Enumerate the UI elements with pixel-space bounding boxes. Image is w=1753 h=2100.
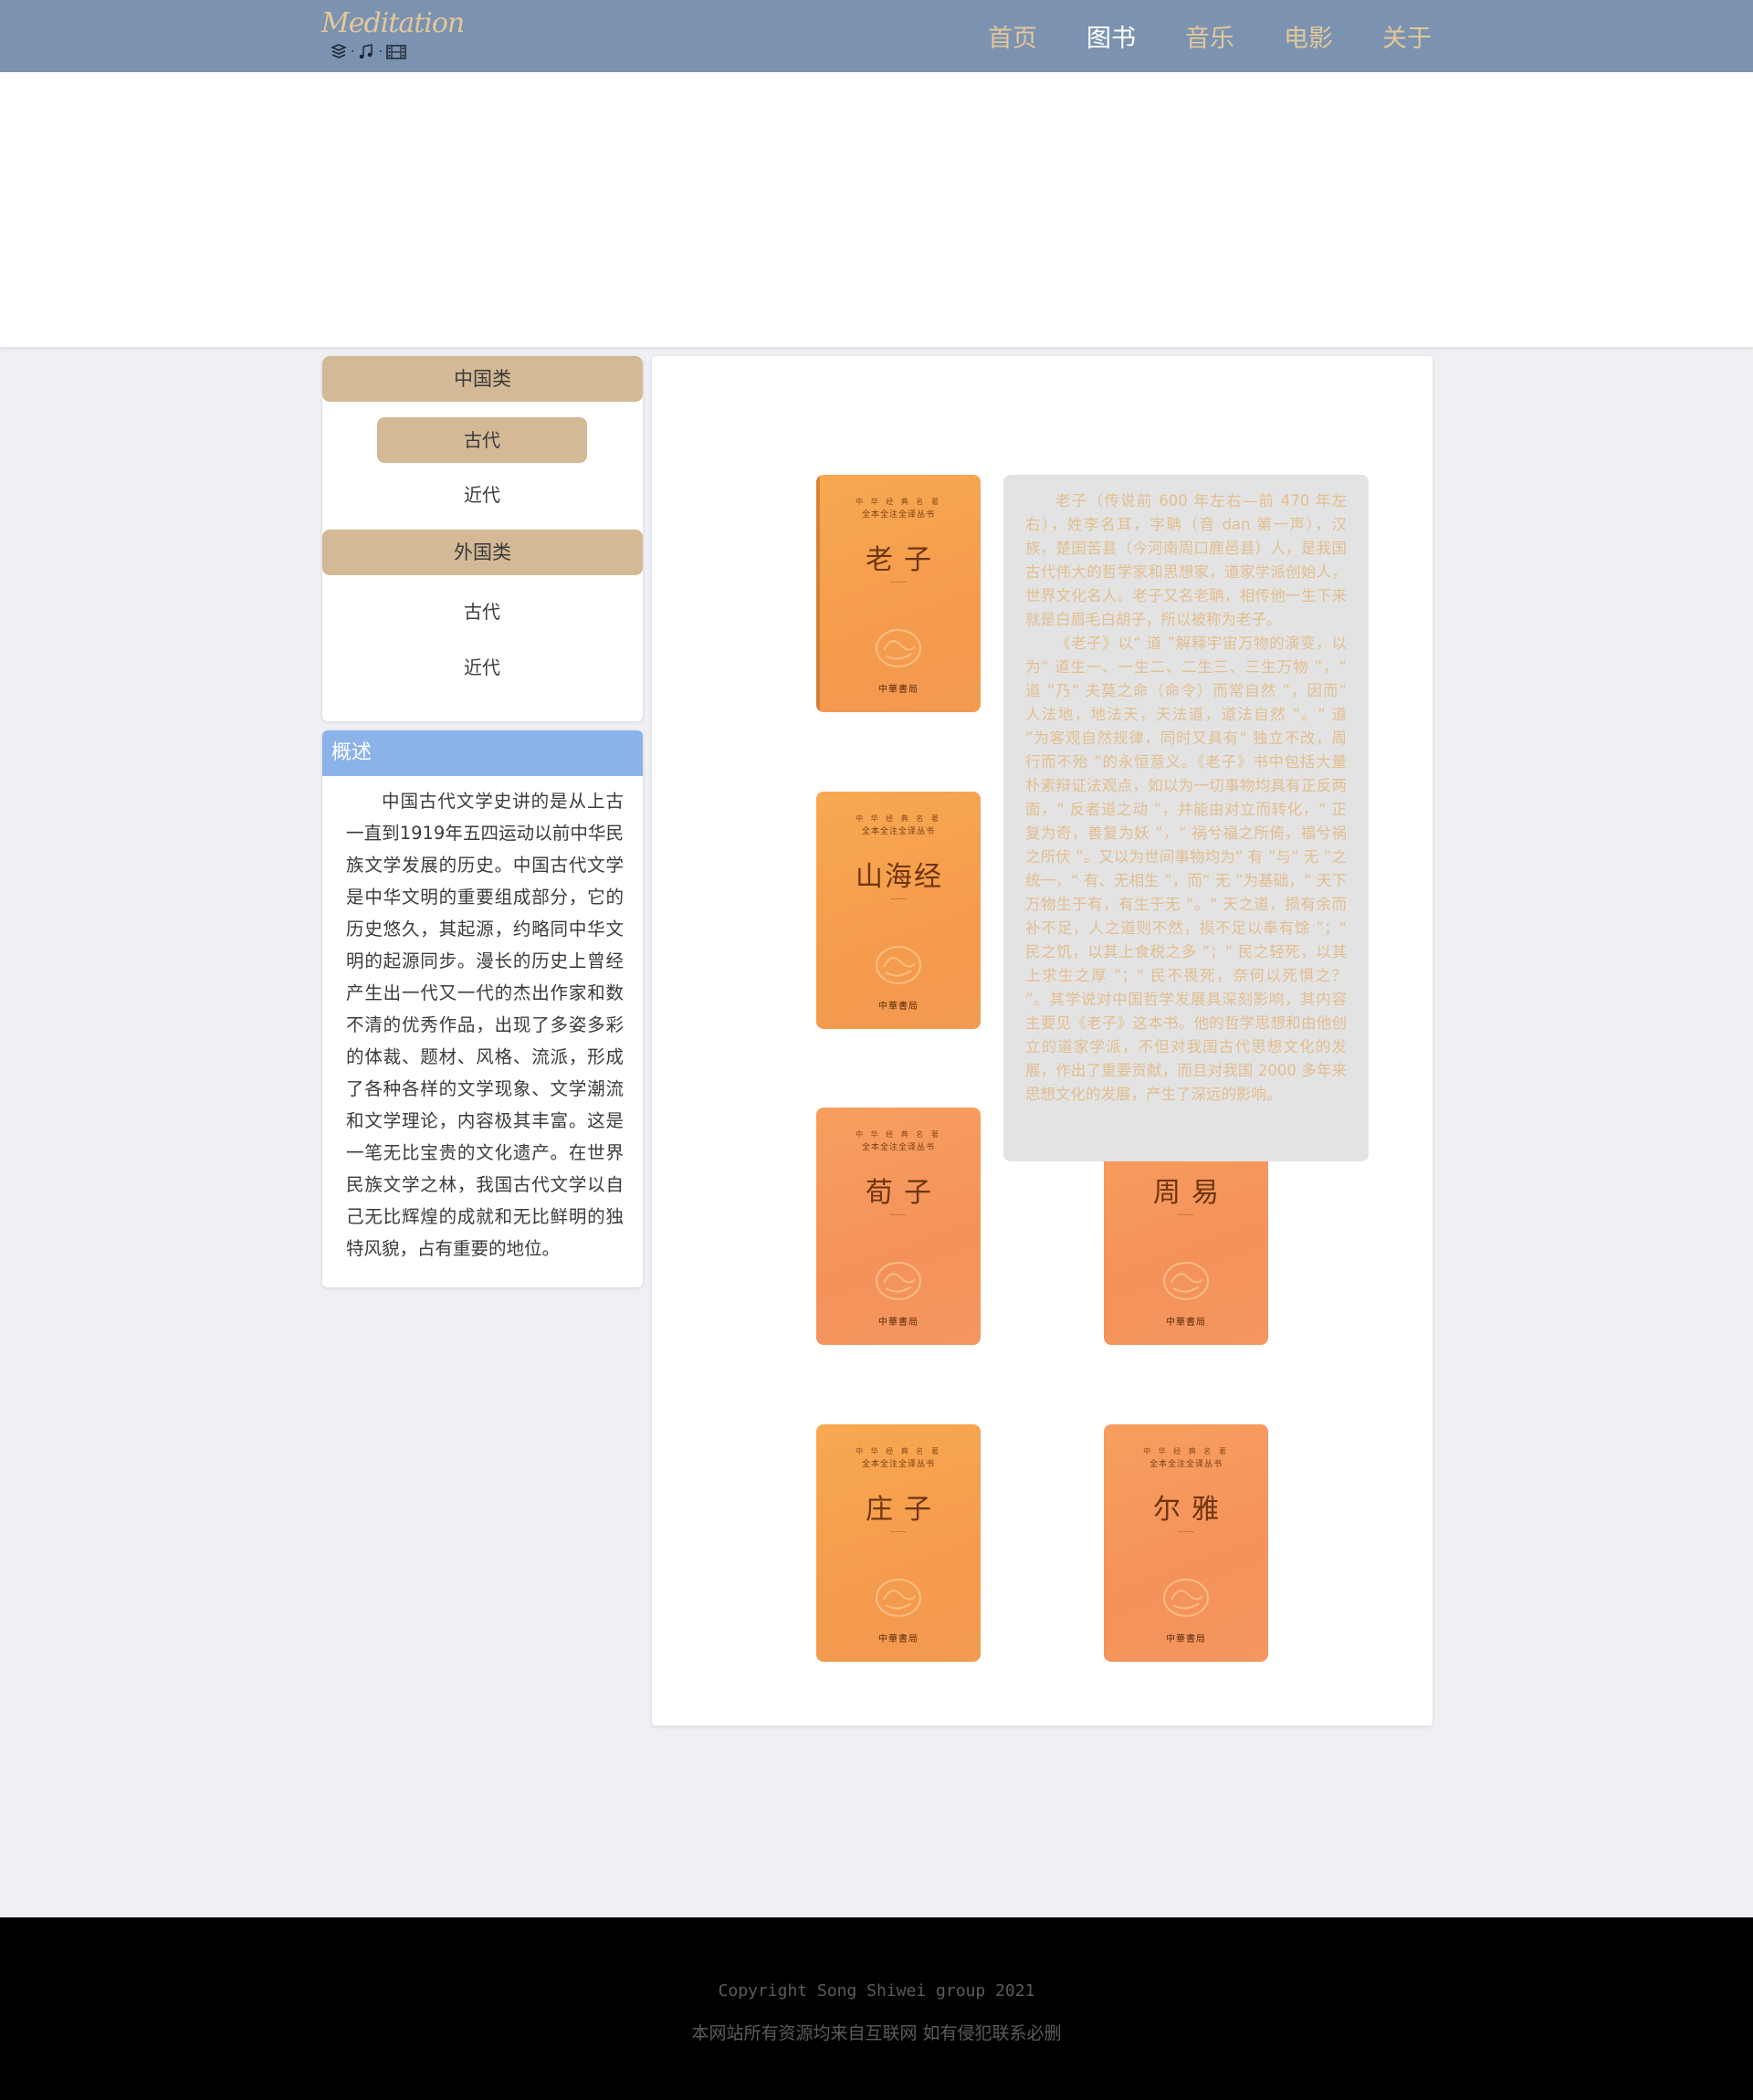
book-card[interactable]: 中 华 经 典 名 著 全本全注全译丛书 尔雅 ——— 中華書局 [1104, 1424, 1268, 1662]
dragon-emblem-icon [876, 1579, 921, 1617]
banner-area [0, 72, 1753, 347]
film-icon [386, 45, 406, 59]
book-card[interactable]: 中 华 经 典 名 著 全本全注全译丛书 荀子 ——— 中華書局 [816, 1108, 981, 1345]
popover-paragraph: 《老子》以“ 道 ”解释宇宙万物的演变，以为“ 道生一、一生二、二生三、三生万物… [1025, 635, 1347, 1103]
book-title: 山海经 [856, 861, 943, 893]
footer: Copyright Song Shiwei group 2021 本网站所有资源… [0, 1917, 1753, 2100]
nav-about[interactable]: 关于 [1382, 18, 1432, 54]
overview-text: 中国古代文学史讲的是从上古一直到1919年五四运动以前中华民族文学发展的历史。中… [346, 791, 624, 1259]
book-description-popover: 老子（传说前 600 年左右—前 470 年左右），姓李名耳，字聃（音 dan … [1003, 475, 1369, 1161]
dragon-emblem-icon [1163, 1262, 1209, 1300]
category-foreign[interactable]: 外国类 [322, 530, 643, 575]
logo-icons: · · [331, 44, 406, 60]
main-nav: 首页 图书 音乐 电影 关于 [988, 0, 1432, 72]
book-card[interactable]: 中 华 经 典 名 著 全本全注全译丛书 山海经 ——— 中華書局 [816, 792, 981, 1029]
book-title: 尔雅 [1153, 1494, 1230, 1526]
dragon-emblem-icon [876, 1262, 921, 1300]
site-logo[interactable]: Meditation · · [321, 7, 465, 68]
category-foreign-modern[interactable]: 近代 [377, 645, 587, 690]
dragon-emblem-icon [876, 629, 921, 667]
book-title: 老子 [866, 544, 942, 576]
dragon-emblem-icon [876, 946, 921, 984]
nav-movies[interactable]: 电影 [1284, 18, 1333, 54]
overview-title: 概述 [322, 730, 643, 776]
nav-home[interactable]: 首页 [988, 18, 1037, 54]
category-panel: 中国类 古代 近代 外国类 古代 近代 [322, 356, 643, 721]
footer-disclaimer: 本网站所有资源均来自互联网 如有侵犯联系必删 [691, 2023, 1062, 2043]
dragon-emblem-icon [1163, 1579, 1209, 1617]
nav-books[interactable]: 图书 [1086, 18, 1136, 54]
overview-panel: 概述 中国古代文学史讲的是从上古一直到1919年五四运动以前中华民族文学发展的历… [322, 730, 643, 1287]
top-nav-bar: Meditation · · 首页 图书 音乐 电影 关于 [0, 0, 1753, 72]
popover-paragraph: 老子（传说前 600 年左右—前 470 年左右），姓李名耳，字聃（音 dan … [1025, 492, 1347, 628]
book-card[interactable]: 中 华 经 典 名 著 全本全注全译丛书 老子 ——— 中華書局 [816, 475, 981, 712]
logo-text: Meditation [321, 7, 465, 39]
books-icon [331, 44, 347, 58]
category-chinese-ancient[interactable]: 古代 [377, 417, 587, 463]
book-title: 荀子 [866, 1177, 942, 1209]
music-note-icon [360, 44, 373, 59]
category-chinese[interactable]: 中国类 [322, 356, 643, 402]
footer-copyright: Copyright Song Shiwei group 2021 [718, 1981, 1035, 2000]
book-title: 周易 [1153, 1177, 1230, 1209]
nav-music[interactable]: 音乐 [1185, 18, 1234, 54]
book-title: 庄子 [866, 1494, 942, 1526]
category-foreign-ancient[interactable]: 古代 [377, 589, 587, 635]
book-card[interactable]: 中 华 经 典 名 著 全本全注全译丛书 庄子 ——— 中華書局 [816, 1424, 981, 1662]
category-chinese-modern[interactable]: 近代 [377, 472, 587, 518]
